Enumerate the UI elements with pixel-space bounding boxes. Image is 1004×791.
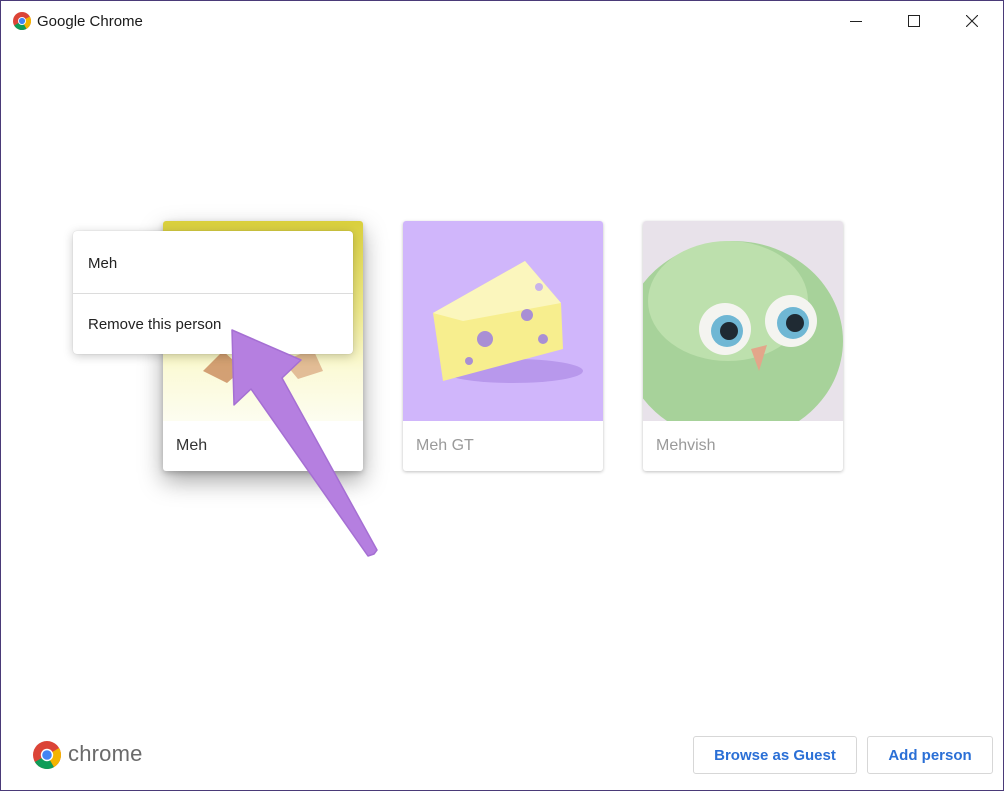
chrome-logo-icon xyxy=(33,741,61,769)
title-bar: Google Chrome xyxy=(1,1,1003,41)
maximize-icon xyxy=(908,15,920,27)
profile-name: Meh xyxy=(176,437,208,454)
profile-context-menu: Meh Remove this person xyxy=(73,231,353,354)
chrome-icon xyxy=(13,12,31,30)
close-icon xyxy=(966,15,978,27)
menu-item-label: Meh xyxy=(88,254,118,272)
profile-name: Mehvish xyxy=(656,437,716,454)
add-person-button[interactable]: Add person xyxy=(867,736,993,774)
profile-card-mehvish[interactable]: Mehvish xyxy=(643,221,843,471)
profile-name: Meh GT xyxy=(416,437,474,454)
minimize-icon xyxy=(850,21,862,22)
fluffy-bird-avatar-icon xyxy=(643,221,843,421)
profile-avatar xyxy=(403,221,603,421)
cheese-avatar-icon xyxy=(403,221,603,421)
close-button[interactable] xyxy=(943,1,1001,41)
profile-avatar xyxy=(643,221,843,421)
browse-as-guest-button[interactable]: Browse as Guest xyxy=(693,736,857,774)
menu-item-profile-name[interactable]: Meh xyxy=(73,233,353,293)
chrome-wordmark: chrome xyxy=(68,741,143,766)
chrome-profile-window: Google Chrome Meh Meh GT Mehvish Meh Rem… xyxy=(0,0,1004,791)
window-title: Google Chrome xyxy=(37,13,143,30)
maximize-button[interactable] xyxy=(885,1,943,41)
menu-item-remove-person[interactable]: Remove this person xyxy=(73,294,353,354)
menu-item-label: Remove this person xyxy=(88,315,222,333)
profile-card-meh-gt[interactable]: Meh GT xyxy=(403,221,603,471)
minimize-button[interactable] xyxy=(827,1,885,41)
